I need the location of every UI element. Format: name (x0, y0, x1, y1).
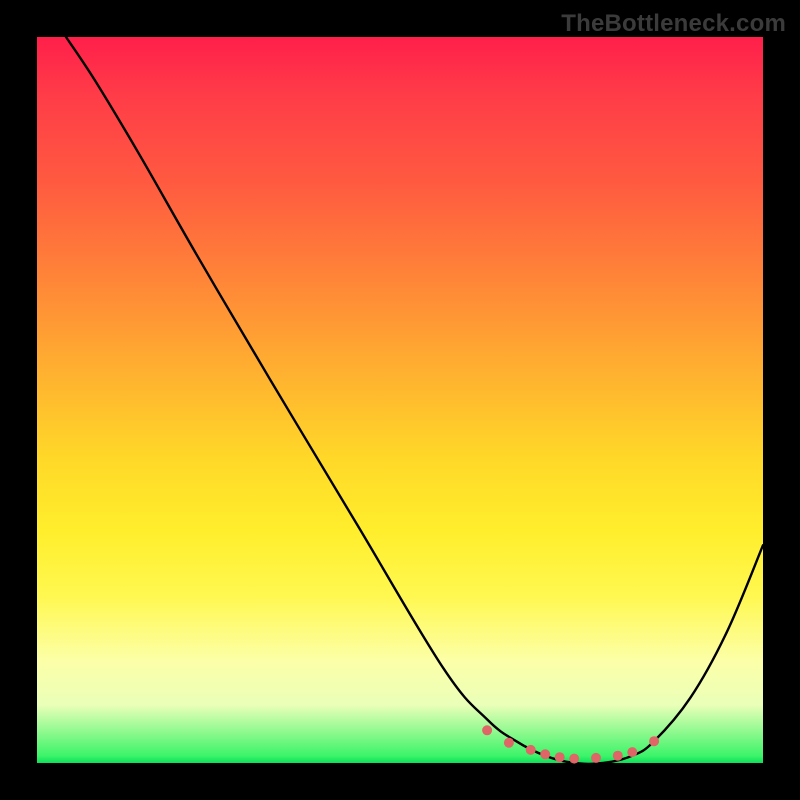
chart-overlay (37, 37, 763, 763)
marker-dot (627, 747, 637, 757)
marker-dot (555, 752, 565, 762)
marker-dot (540, 749, 550, 759)
marker-dot (482, 725, 492, 735)
marker-dot (613, 751, 623, 761)
marker-dot (569, 754, 579, 764)
watermark-text: TheBottleneck.com (561, 10, 786, 38)
marker-dot (504, 738, 514, 748)
min-zone-dots (482, 725, 659, 763)
bottleneck-curve (66, 37, 763, 764)
marker-dot (591, 753, 601, 763)
marker-dot (526, 745, 536, 755)
marker-dot (649, 736, 659, 746)
chart-frame: TheBottleneck.com (0, 0, 800, 800)
